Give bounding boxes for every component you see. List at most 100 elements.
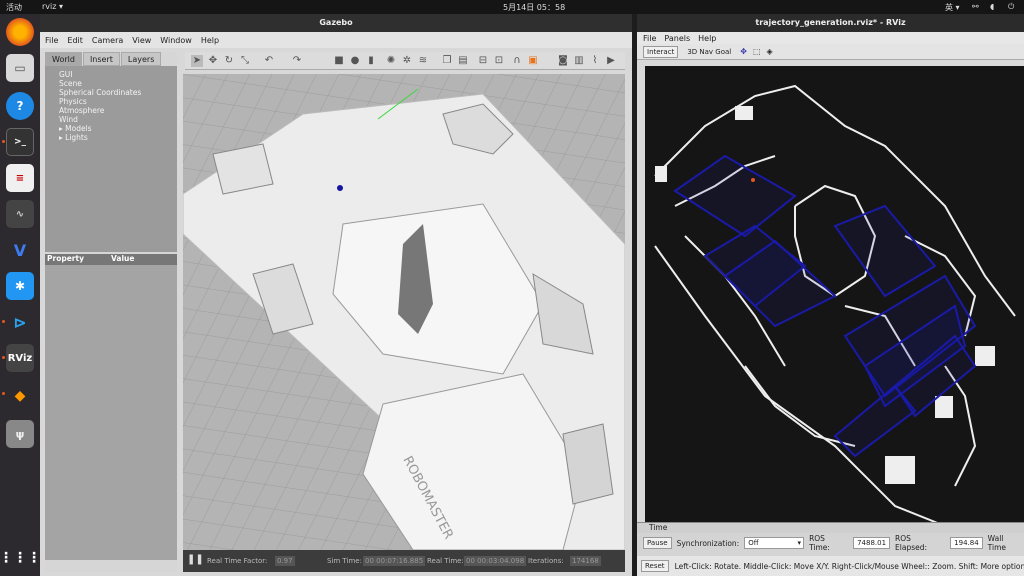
- property-table: [45, 265, 177, 560]
- show-apps-icon[interactable]: ⋮⋮⋮: [0, 544, 41, 572]
- wall-time-label: Wall Time: [987, 534, 1007, 552]
- rviz-menubar: File Panels Help: [637, 32, 1024, 44]
- menu-file[interactable]: File: [45, 36, 58, 45]
- ros-elapsed-label: ROS Elapsed:: [895, 534, 928, 552]
- menu-help[interactable]: Help: [201, 36, 219, 45]
- rviz-icon[interactable]: RViz: [6, 344, 34, 372]
- chevron-down-icon: ▾: [797, 539, 802, 547]
- pointlight-icon[interactable]: ✺: [385, 55, 397, 67]
- usb-drive-icon[interactable]: ψ: [6, 420, 34, 448]
- files-icon[interactable]: ▭: [6, 54, 34, 82]
- gazebo-scene: ROBOMASTER: [183, 74, 625, 550]
- menu-window[interactable]: Window: [160, 36, 192, 45]
- reset-button[interactable]: Reset: [641, 560, 669, 572]
- tab-layers[interactable]: Layers: [120, 52, 162, 66]
- magnet-icon[interactable]: ∩: [511, 55, 523, 67]
- cylinder-shape-icon[interactable]: ▮: [365, 55, 377, 67]
- rviz-toolbar: Interact 3D Nav Goal ✥ ⬚ ◈: [637, 44, 1024, 60]
- tree-item[interactable]: ▸ Lights: [53, 133, 177, 142]
- gazebo-title: Gazebo: [40, 14, 632, 32]
- tree-item[interactable]: GUI: [53, 70, 177, 79]
- menu-panels[interactable]: Panels: [664, 34, 690, 43]
- nav-goal-button[interactable]: 3D Nav Goal: [684, 47, 734, 57]
- dirlight-icon[interactable]: ≋: [417, 55, 429, 67]
- rtf-label: Real Time Factor:: [207, 557, 268, 565]
- tree-item[interactable]: Physics: [53, 97, 177, 106]
- star-app-icon[interactable]: ✱: [6, 272, 34, 300]
- tree-item[interactable]: Atmosphere: [53, 106, 177, 115]
- help-text: Left-Click: Rotate. Middle-Click: Move X…: [674, 561, 1024, 571]
- tree-item[interactable]: Scene: [53, 79, 177, 88]
- rviz-title: trajectory_generation.rviz* - RViz: [637, 14, 1024, 32]
- ros-time-label: ROS Time:: [809, 534, 830, 552]
- pause-button[interactable]: Pause: [643, 537, 672, 549]
- tree-item[interactable]: ▸ Models: [53, 124, 177, 133]
- iterations-label: Iterations:: [528, 557, 564, 565]
- tree-item[interactable]: Spherical Coordinates: [53, 88, 177, 97]
- menu-file[interactable]: File: [643, 34, 656, 43]
- spotlight-icon[interactable]: ✲: [401, 55, 413, 67]
- gazebo-window: Gazebo File Edit Camera View Window Help…: [40, 14, 632, 576]
- screenshot-icon[interactable]: ◙: [557, 55, 569, 67]
- top-bar: 活动 rviz ▾ 5月14日 05：58 英 ▾ ⚯ ◖ ⏻: [0, 0, 1024, 14]
- rviz-map: [645, 66, 1024, 534]
- world-tree: GUI Scene Spherical Coordinates Physics …: [45, 66, 177, 252]
- sphere-shape-icon[interactable]: ●: [349, 55, 361, 67]
- tab-insert[interactable]: Insert: [82, 52, 120, 66]
- snap-icon[interactable]: ⊡: [493, 55, 505, 67]
- select-arrow-icon[interactable]: ➤: [191, 55, 203, 67]
- volume-icon[interactable]: ◖: [990, 2, 994, 11]
- log-icon[interactable]: ▥: [573, 55, 585, 67]
- plot-icon[interactable]: ⌇: [589, 55, 601, 67]
- system-monitor-icon[interactable]: ∿: [6, 200, 34, 228]
- vim-v-icon[interactable]: V: [6, 236, 34, 264]
- pause-icon[interactable]: ❚❚: [187, 554, 204, 565]
- gazebo-menubar: File Edit Camera View Window Help: [40, 32, 632, 48]
- sync-select[interactable]: Off ▾: [744, 537, 805, 549]
- rviz-3d-viewport[interactable]: [645, 66, 1024, 534]
- terminal-icon[interactable]: >_: [6, 128, 34, 156]
- time-panel-header: Time: [637, 523, 1024, 533]
- ime-indicator[interactable]: 英 ▾: [945, 2, 960, 13]
- value-col: Value: [111, 254, 135, 263]
- gazebo-icon[interactable]: ◆: [6, 382, 34, 410]
- copy-icon[interactable]: ❐: [441, 55, 453, 67]
- app-menu[interactable]: rviz ▾: [42, 2, 63, 11]
- select-icon[interactable]: ⬚: [753, 47, 761, 56]
- menu-view[interactable]: View: [132, 36, 151, 45]
- power-icon[interactable]: ⏻: [1008, 2, 1014, 12]
- box-shape-icon[interactable]: ■: [333, 55, 345, 67]
- orange-tool-icon[interactable]: ▣: [527, 55, 539, 67]
- tree-item[interactable]: Wind: [53, 115, 177, 124]
- align-icon[interactable]: ⊟: [477, 55, 489, 67]
- world-panel: World Insert Layers GUI Scene Spherical …: [45, 52, 177, 572]
- menu-edit[interactable]: Edit: [67, 36, 83, 45]
- undo-icon[interactable]: ↶: [263, 55, 275, 67]
- paste-icon[interactable]: ▤: [457, 55, 469, 67]
- video-icon[interactable]: ▶: [605, 55, 617, 67]
- firefox-icon[interactable]: [6, 18, 34, 46]
- activities-button[interactable]: 活动: [6, 2, 22, 13]
- scale-icon[interactable]: ⤡: [239, 55, 251, 67]
- rotate-icon[interactable]: ↻: [223, 55, 235, 67]
- redo-icon[interactable]: ↷: [291, 55, 303, 67]
- menu-help[interactable]: Help: [698, 34, 716, 43]
- gazebo-toolbar: ➤ ✥ ↻ ⤡ ↶ ↷ ■ ● ▮ ✺ ✲ ≋ ❐ ▤ ⊟ ⊡ ∩ ▣ ◙ ▥ …: [185, 52, 625, 70]
- text-editor-icon[interactable]: ≡: [6, 164, 34, 192]
- menu-camera[interactable]: Camera: [92, 36, 123, 45]
- help-icon[interactable]: ?: [6, 92, 34, 120]
- move-camera-icon[interactable]: ✥: [740, 47, 747, 56]
- translate-icon[interactable]: ✥: [207, 55, 219, 67]
- dock: ▭ ? >_ ≡ ∿ V ✱ ⊳ RViz ◆ ψ ⋮⋮⋮: [0, 14, 41, 576]
- network-icon[interactable]: ⚯: [972, 2, 979, 11]
- focus-icon[interactable]: ◈: [767, 47, 773, 56]
- rviz-help-bar: Reset Left-Click: Rotate. Middle-Click: …: [637, 556, 1024, 576]
- interact-button[interactable]: Interact: [643, 45, 679, 58]
- sync-label: Synchronization:: [676, 538, 740, 548]
- property-col: Property: [47, 254, 84, 263]
- property-header: Property Value: [45, 254, 177, 265]
- vscode-icon[interactable]: ⊳: [6, 308, 34, 336]
- tab-world[interactable]: World: [45, 52, 82, 66]
- clock[interactable]: 5月14日 05：58: [503, 2, 565, 13]
- gazebo-3d-viewport[interactable]: ROBOMASTER: [183, 74, 625, 550]
